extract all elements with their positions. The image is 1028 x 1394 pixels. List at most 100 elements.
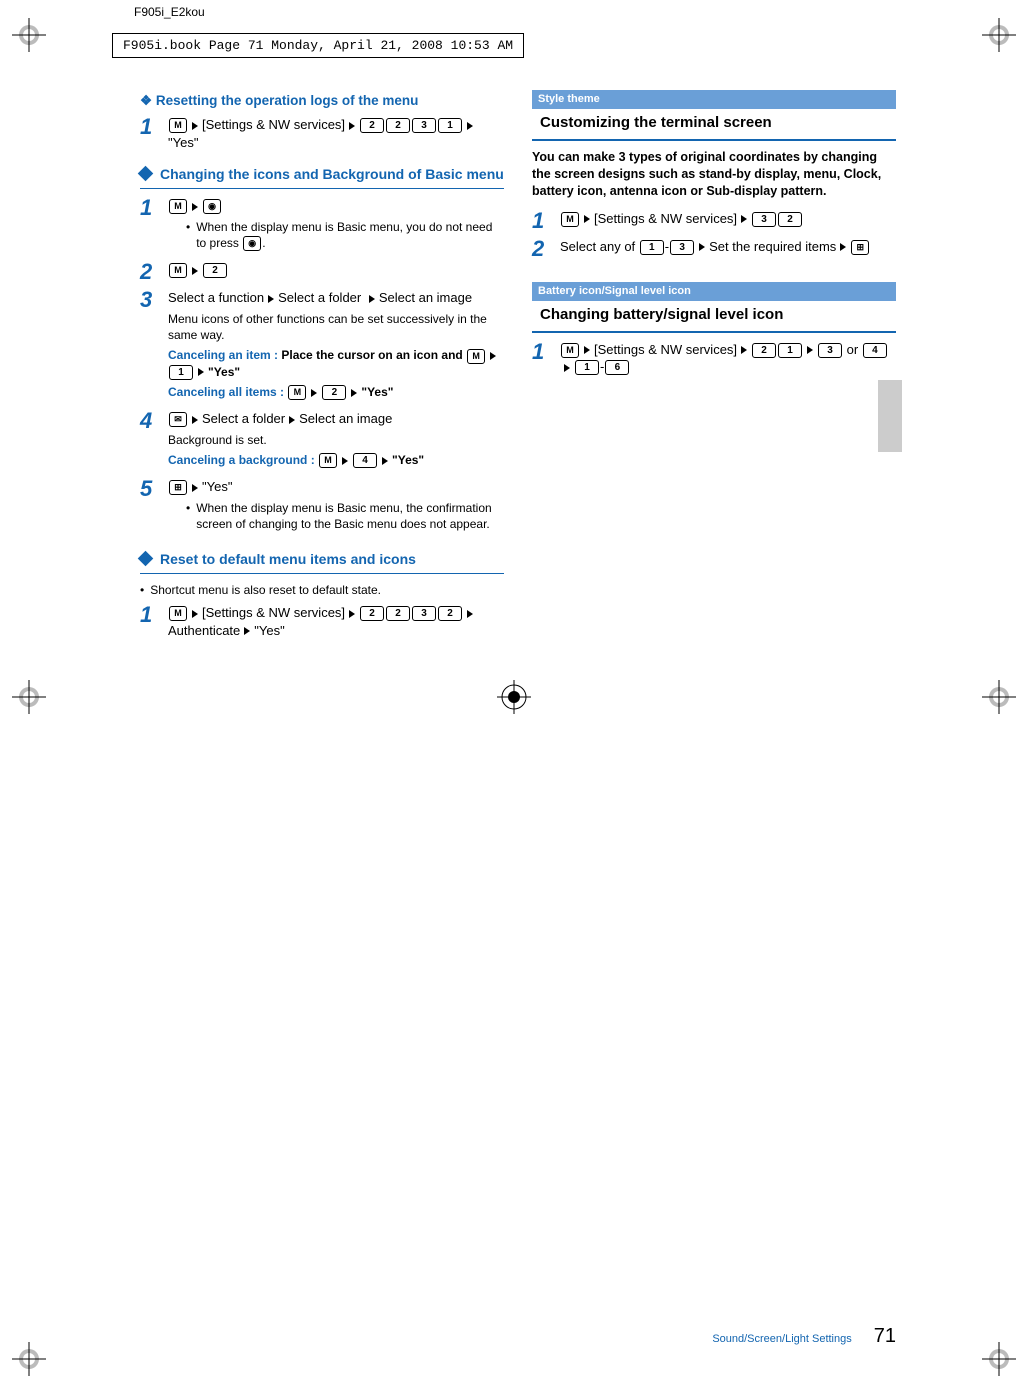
step-text: Select a folder [278,290,361,305]
cancel-yes: "Yes" [392,453,424,467]
diamond-icon [138,166,154,182]
menu-key-icon: M [169,118,187,133]
arrow-icon [807,346,813,354]
cancel-all: Canceling all items : M2"Yes" [168,384,504,400]
numkey-icon: 3 [412,118,436,133]
doc-id: F905i_E2kou [134,5,205,19]
step-body: Select any of 1-3Set the required items⊞ [560,238,896,256]
numkey-icon: 2 [203,263,227,278]
arrow-icon [192,203,198,211]
arrow-icon [490,352,496,360]
numkey-icon: 1 [778,343,802,358]
menu-key-icon: M [169,263,187,278]
feature-tag: Battery icon/Signal level icon [532,282,896,301]
step-number: 1 [532,341,554,363]
step-number: 2 [140,261,162,283]
step: 2 Select any of 1-3Set the required item… [532,238,896,260]
cancel-label: Canceling an item : [168,348,278,362]
intro-text: You can make 3 types of original coordin… [532,149,896,200]
arrow-icon [741,215,747,223]
step-text: Select an image [299,411,392,426]
arrow-icon [192,484,198,492]
numkey-icon: 2 [386,606,410,621]
arrow-icon [342,457,348,465]
step-bullet: When the display menu is Basic menu, the… [186,500,504,532]
numkey-icon: 3 [412,606,436,621]
numkey-icon: 1 [438,118,462,133]
feature-heading: Changing battery/signal level icon [532,301,896,333]
menu-key-icon: M [169,606,187,621]
step-text: Set the required items [709,239,836,254]
book-page-line: F905i.book Page 71 Monday, April 21, 200… [112,33,524,58]
numkey-icon: 2 [778,212,802,227]
step-text: Select a folder [202,411,285,426]
step-text: Authenticate [168,623,240,638]
cancel-label: Canceling all items : [168,385,284,399]
step-text: [Settings & NW services] [202,117,345,132]
step-text: "Yes" [168,135,198,150]
registration-mark-icon [12,680,46,714]
arrow-icon [584,346,590,354]
imode-key-icon: ⊞ [169,480,187,495]
step-note: Background is set. [168,432,504,448]
arrow-icon [289,416,295,424]
step-text: "Yes" [202,479,232,494]
numkey-icon: 1 [169,365,193,380]
menu-key-icon: M [467,349,485,364]
step: 1 M◉ When the display menu is Basic menu… [140,197,504,255]
cancel-bg: Canceling a background : M4"Yes" [168,452,504,468]
arrow-icon [741,346,747,354]
arrow-icon [467,122,473,130]
step-body: M[Settings & NW services]2232Authenticat… [168,604,504,639]
step-text: Select an image [379,290,472,305]
imode-key-icon: ⊞ [851,240,869,255]
page-footer: Sound/Screen/Light Settings 71 [140,1325,896,1348]
subsection-heading: Reset to default menu items and icons [140,548,504,574]
subsection-title: Reset to default menu items and icons [160,550,416,569]
footer-section: Sound/Screen/Light Settings [712,1333,851,1345]
numkey-icon: 1 [640,240,664,255]
step-note: Menu icons of other functions can be set… [168,311,504,343]
page-content: ❖ Resetting the operation logs of the me… [140,88,896,1298]
step-text: Select a function [168,290,264,305]
numkey-icon: 2 [322,385,346,400]
cancel-yes: "Yes" [208,365,240,379]
registration-mark-icon [12,1342,46,1376]
camera-key-icon: ◉ [203,199,221,214]
diamond-icon [138,551,154,567]
step-text: [Settings & NW services] [202,605,345,620]
step-body: M2 [168,261,504,279]
numkey-icon: 1 [575,360,599,375]
step: 1 M[Settings & NW services]2231"Yes" [140,116,504,151]
registration-mark-icon [982,1342,1016,1376]
bullet-text: When the display menu is Basic menu, the… [196,500,504,532]
bullet-text: When the display menu is Basic menu, you… [196,220,492,250]
arrow-icon [192,267,198,275]
bullet-icon [186,500,190,532]
subsection-heading: Changing the icons and Background of Bas… [140,163,504,189]
step-bullet: When the display menu is Basic menu, you… [186,219,504,252]
feature-tag: Style theme [532,90,896,109]
menu-key-icon: M [169,199,187,214]
cancel-yes: "Yes" [361,385,393,399]
menu-key-icon: M [561,343,579,358]
dash: - [600,359,604,374]
diamond-bullet-icon: ❖ [140,93,152,108]
numkey-icon: 2 [360,606,384,621]
step-body: ✉Select a folderSelect an image Backgrou… [168,410,504,472]
numkey-icon: 3 [752,212,776,227]
step: 1 M[Settings & NW services]32 [532,210,896,232]
page-number: 71 [874,1325,896,1348]
step-text: Select any of [560,239,635,254]
arrow-icon [351,389,357,397]
step-number: 4 [140,410,162,432]
step-body: M[Settings & NW services]213 or 41-6 [560,341,896,376]
registration-mark-icon [982,680,1016,714]
menu-key-icon: M [561,212,579,227]
cancel-text: Place the cursor on an icon and [281,348,462,362]
step-body: M[Settings & NW services]2231"Yes" [168,116,504,151]
subsection-title: Changing the icons and Background of Bas… [160,165,504,184]
arrow-icon [311,389,317,397]
step-body: ⊞ "Yes" When the display menu is Basic me… [168,478,504,536]
step: 4 ✉Select a folderSelect an image Backgr… [140,410,504,472]
